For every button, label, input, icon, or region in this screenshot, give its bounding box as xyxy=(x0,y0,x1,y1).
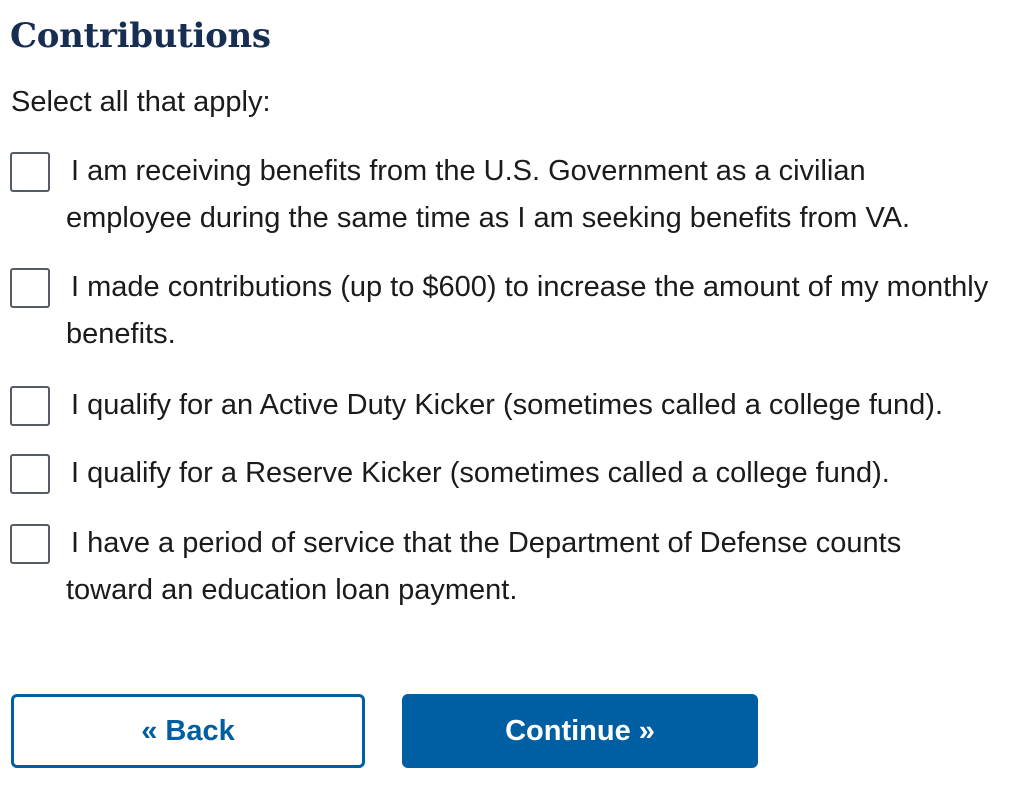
option-label[interactable]: I made contributions (up to $600) to inc… xyxy=(66,264,996,358)
checkbox-reserve-kicker[interactable] xyxy=(10,454,50,494)
continue-button[interactable]: Continue » xyxy=(402,694,758,768)
checkbox-civilian-employee[interactable] xyxy=(10,152,50,192)
option-label[interactable]: I have a period of service that the Depa… xyxy=(66,520,996,614)
option-label[interactable]: I qualify for a Reserve Kicker (sometime… xyxy=(66,450,996,497)
page-title: Contributions xyxy=(10,16,271,56)
checkbox-active-duty-kicker[interactable] xyxy=(10,386,50,426)
checkbox-education-loan-payment[interactable] xyxy=(10,524,50,564)
back-button[interactable]: « Back xyxy=(11,694,365,768)
checkbox-contributions-600[interactable] xyxy=(10,268,50,308)
option-label[interactable]: I qualify for an Active Duty Kicker (som… xyxy=(66,382,996,429)
instructions-text: Select all that apply: xyxy=(11,86,271,118)
contributions-page: Contributions Select all that apply: I a… xyxy=(0,0,1028,802)
option-label[interactable]: I am receiving benefits from the U.S. Go… xyxy=(66,148,996,242)
